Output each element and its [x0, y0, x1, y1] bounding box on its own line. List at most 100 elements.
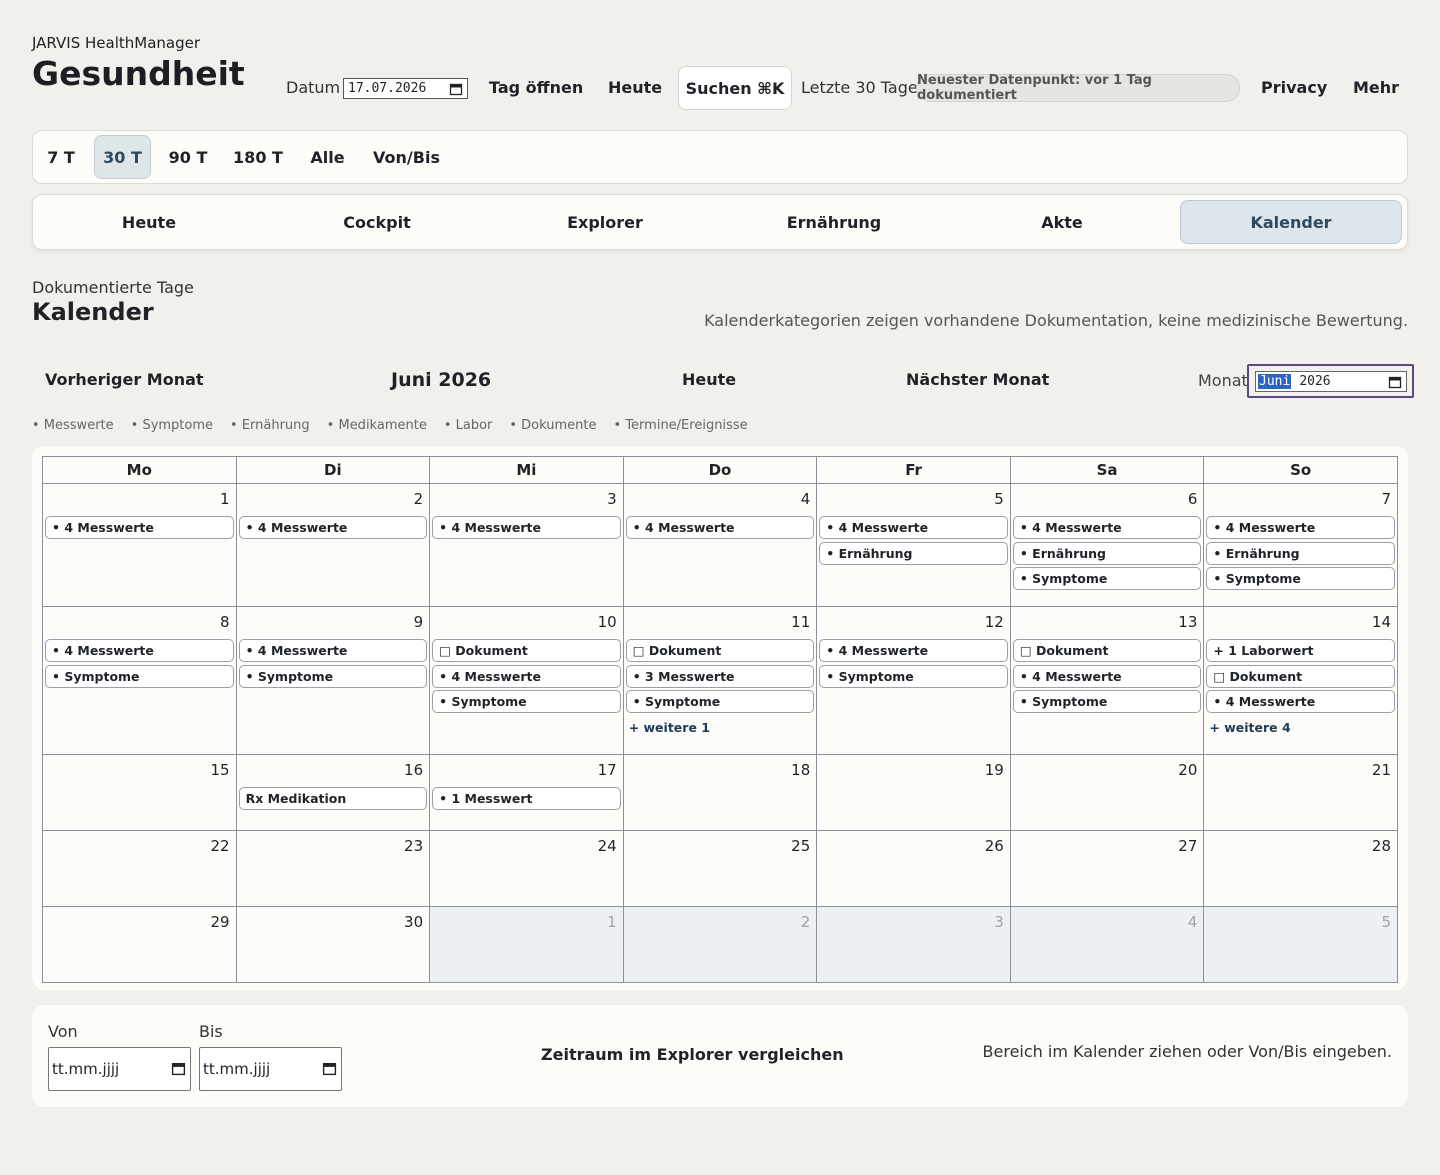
calendar-day-cell[interactable]: 3 — [816, 906, 1011, 983]
more-button[interactable]: Mehr — [1353, 78, 1399, 97]
tab-akte[interactable]: Akte — [951, 200, 1173, 244]
period-7d[interactable]: 7 T — [39, 135, 83, 179]
calendar-day-cell[interactable]: 2 — [622, 906, 818, 983]
date-input[interactable]: 17.07.2026 — [343, 78, 468, 99]
day-entry-chip[interactable]: • 4 Messwerte — [432, 664, 621, 688]
from-date-input[interactable]: tt.mm.jjjj — [48, 1047, 191, 1091]
day-entry-chip[interactable]: + 1 Laborwert — [1206, 639, 1395, 662]
calendar-day-cell[interactable]: 30 — [235, 906, 431, 983]
day-entry-chip[interactable]: • 4 Messwerte — [238, 516, 428, 539]
day-entry-chip[interactable]: • 4 Messwerte — [1012, 664, 1202, 688]
calendar-day-cell[interactable]: 4 — [1009, 906, 1205, 983]
calendar-day-cell[interactable]: 14 + 1 Laborwert □ Dokument • 4 Messwerte + … — [1203, 606, 1398, 755]
search-button[interactable]: Suchen ⌘K — [678, 66, 792, 110]
calendar-day-cell[interactable]: 27 — [1009, 830, 1205, 907]
day-entry-chip[interactable]: • Symptome — [432, 690, 621, 713]
calendar-day-cell[interactable]: 15 — [42, 754, 237, 831]
tab-ernaehrung[interactable]: Ernährung — [723, 200, 945, 244]
day-entry-chip[interactable]: □ Dokument — [1206, 664, 1395, 688]
day-entry-chip[interactable]: • 4 Messwerte — [1206, 516, 1395, 539]
calendar-day-cell[interactable]: 3 • 4 Messwerte — [429, 483, 624, 607]
day-entry-chip[interactable]: • Symptome — [819, 664, 1008, 688]
calendar-day-cell[interactable]: 23 — [235, 830, 431, 907]
calendar-day-cell[interactable]: 20 — [1009, 754, 1205, 831]
calendar-day-cell[interactable]: 26 — [816, 830, 1011, 907]
more-entries-link[interactable]: + weitere 1 — [626, 716, 815, 739]
day-entry-chip[interactable]: • 4 Messwerte — [432, 516, 621, 539]
calendar-icon[interactable] — [449, 82, 463, 100]
day-entry-chip[interactable]: • Symptome — [1012, 690, 1202, 713]
day-entry-chip[interactable]: • 4 Messwerte — [45, 639, 234, 662]
calendar-icon[interactable] — [171, 1061, 186, 1080]
tab-cockpit[interactable]: Cockpit — [266, 200, 488, 244]
day-entry-chip[interactable]: • 4 Messwerte — [819, 516, 1008, 539]
day-entry-chip[interactable]: • Ernährung — [1012, 541, 1202, 565]
day-entry-chip[interactable]: • Symptome — [625, 690, 815, 713]
calendar-day-cell[interactable]: 18 — [622, 754, 818, 831]
calendar-day-cell[interactable]: 29 — [42, 906, 237, 983]
day-entry-chip[interactable]: • Symptome — [45, 664, 234, 688]
period-all[interactable]: Alle — [305, 135, 350, 179]
calendar-day-cell[interactable]: 1 — [429, 906, 624, 983]
more-entries-link[interactable]: + weitere 4 — [1206, 716, 1395, 739]
calendar-week: 1 • 4 Messwerte 2 • 4 Messwerte 3 • 4 Messwer… — [42, 483, 1398, 607]
month-today-button[interactable]: Heute — [682, 370, 736, 389]
period-180d[interactable]: 180 T — [228, 135, 288, 179]
day-entry-chip[interactable]: • Ernährung — [1206, 541, 1395, 565]
calendar-day-cell[interactable]: 10 □ Dokument • 4 Messwerte • Symptome — [429, 606, 624, 755]
day-entry-chip[interactable]: • 4 Messwerte — [45, 516, 234, 539]
privacy-button[interactable]: Privacy — [1261, 78, 1327, 97]
day-entry-chip[interactable]: • Symptome — [1206, 567, 1395, 590]
day-entry-chip[interactable]: • 4 Messwerte — [238, 639, 428, 662]
day-entry-chip[interactable]: □ Dokument — [1012, 639, 1202, 662]
calendar-day-cell[interactable]: 9 • 4 Messwerte • Symptome — [235, 606, 431, 755]
day-entry-chip[interactable]: • Symptome — [1012, 567, 1202, 590]
day-entry-chip[interactable]: • 4 Messwerte — [625, 516, 815, 539]
calendar-icon[interactable] — [1388, 375, 1402, 393]
calendar-day-cell[interactable]: 5 • 4 Messwerte • Ernährung — [816, 483, 1011, 607]
calendar-day-cell[interactable]: 16 Rx Medikation — [235, 754, 431, 831]
period-custom[interactable]: Von/Bis — [369, 135, 444, 179]
calendar-day-cell[interactable]: 6 • 4 Messwerte • Ernährung • Symptome — [1009, 483, 1205, 607]
day-entry-chip[interactable]: • 1 Messwert — [432, 787, 621, 810]
calendar-day-cell[interactable]: 25 — [622, 830, 818, 907]
calendar-day-cell[interactable]: 19 — [816, 754, 1011, 831]
day-entry-chip[interactable]: • Symptome — [238, 664, 428, 688]
tab-kalender[interactable]: Kalender — [1180, 200, 1402, 244]
calendar-day-cell[interactable]: 7 • 4 Messwerte • Ernährung • Symptome — [1203, 483, 1398, 607]
calendar-day-cell[interactable]: 1 • 4 Messwerte — [42, 483, 237, 607]
calendar-day-cell[interactable]: 21 — [1203, 754, 1398, 831]
calendar-day-cell[interactable]: 5 — [1203, 906, 1398, 983]
prev-month-button[interactable]: Vorheriger Monat — [45, 370, 204, 389]
calendar-day-cell[interactable]: 28 — [1203, 830, 1398, 907]
calendar-day-cell[interactable]: 22 — [42, 830, 237, 907]
calendar-day-cell[interactable]: 8 • 4 Messwerte • Symptome — [42, 606, 237, 755]
calendar-day-cell[interactable]: 11 □ Dokument • 3 Messwerte • Symptome + wei… — [622, 606, 818, 755]
day-entry-chip[interactable]: Rx Medikation — [238, 787, 428, 810]
day-entry-chip[interactable]: • 4 Messwerte — [819, 639, 1008, 662]
period-30d[interactable]: 30 T — [94, 135, 151, 179]
calendar-day-cell[interactable]: 13 □ Dokument • 4 Messwerte • Symptome — [1009, 606, 1205, 755]
next-month-button[interactable]: Nächster Monat — [906, 370, 1049, 389]
compare-explorer-button[interactable]: Zeitraum im Explorer vergleichen — [541, 1045, 844, 1064]
calendar-day-cell[interactable]: 12 • 4 Messwerte • Symptome — [816, 606, 1011, 755]
calendar-day-cell[interactable]: 17 • 1 Messwert — [429, 754, 624, 831]
today-button[interactable]: Heute — [608, 78, 662, 97]
day-entry-chip[interactable]: • 4 Messwerte — [1012, 516, 1202, 539]
tab-explorer[interactable]: Explorer — [494, 200, 716, 244]
open-day-button[interactable]: Tag öffnen — [489, 78, 583, 97]
day-entry-chip[interactable]: • Ernährung — [819, 541, 1008, 565]
month-input[interactable]: Juni 2026 — [1255, 371, 1407, 392]
day-entry-chip[interactable]: • 4 Messwerte — [1206, 690, 1395, 713]
calendar-day-cell[interactable]: 24 — [429, 830, 624, 907]
calendar-day-cell[interactable]: 4 • 4 Messwerte — [622, 483, 818, 607]
day-entry-chip[interactable]: • 3 Messwerte — [625, 664, 815, 688]
to-date-input[interactable]: tt.mm.jjjj — [199, 1047, 342, 1091]
day-entry-chip[interactable]: □ Dokument — [625, 639, 815, 662]
day-number: 9 — [413, 613, 424, 631]
calendar-icon[interactable] — [322, 1061, 337, 1080]
tab-heute[interactable]: Heute — [38, 200, 260, 244]
period-90d[interactable]: 90 T — [163, 135, 213, 179]
calendar-day-cell[interactable]: 2 • 4 Messwerte — [235, 483, 431, 607]
day-entry-chip[interactable]: □ Dokument — [432, 639, 621, 662]
